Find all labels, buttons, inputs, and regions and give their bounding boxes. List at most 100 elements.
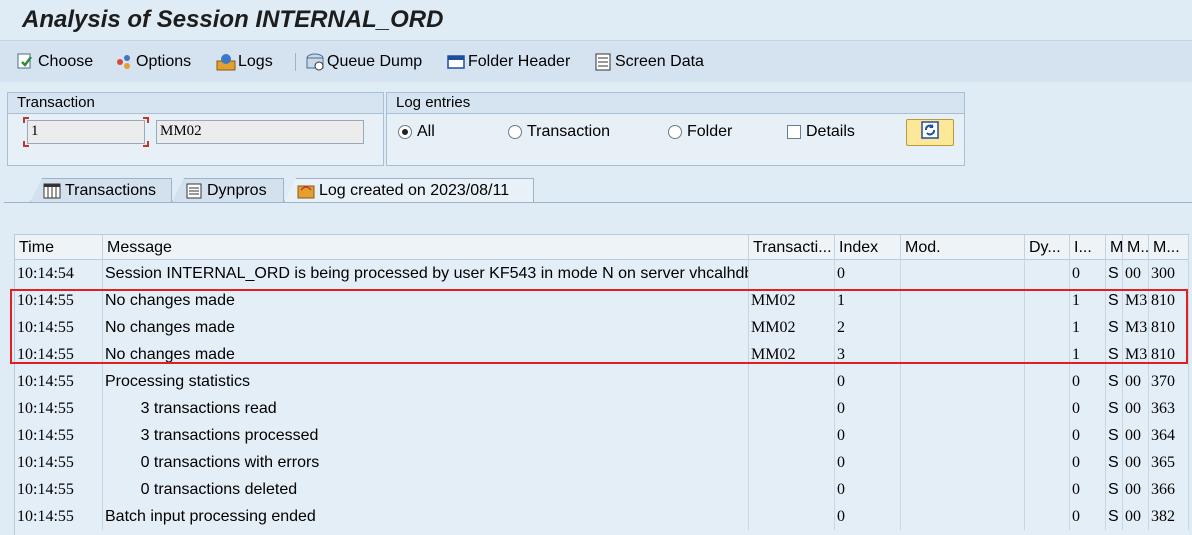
cell-i: 0 <box>1070 260 1106 287</box>
cell-msg-type: S <box>1106 368 1123 395</box>
column-header-i[interactable]: I... <box>1070 235 1106 260</box>
screen-data-label: Screen Data <box>615 53 704 70</box>
cell-msg-class: 00 <box>1123 395 1149 422</box>
choose-button[interactable]: Choose <box>16 51 93 73</box>
screen-data-button[interactable]: Screen Data <box>593 51 704 73</box>
table-row[interactable]: 10:14:55 Batch input processing ended 0 0 S 0… <box>15 503 1189 530</box>
window-title: Analysis of Session INTERNAL_ORD <box>0 0 1192 40</box>
column-header-msg-class[interactable]: M.. <box>1123 235 1149 260</box>
cell-time: 10:14:55 <box>15 422 103 449</box>
cell-i: 0 <box>1070 449 1106 476</box>
logs-icon <box>216 52 236 72</box>
queue-dump-label: Queue Dump <box>327 53 423 70</box>
required-bracket <box>143 141 149 147</box>
folder-header-button[interactable]: Folder Header <box>446 51 570 73</box>
radio-transaction-circle[interactable] <box>508 125 522 139</box>
options-button[interactable]: Options <box>114 51 191 73</box>
table-row[interactable]: 10:14:55 3 transactions read 0 0 S 00 363 <box>15 395 1189 422</box>
dynpro-icon <box>185 183 203 199</box>
log-table: Time Message Transacti... Index Mod. Dy.… <box>14 234 1189 535</box>
column-header-msg-type[interactable]: M <box>1106 235 1123 260</box>
cell-transaction: MM02 <box>749 341 835 368</box>
cell-msg-class: 00 <box>1123 422 1149 449</box>
column-header-msg-number[interactable]: M... <box>1149 235 1189 260</box>
cell-mod <box>901 476 1025 503</box>
cell-dynpro <box>1025 314 1070 341</box>
choose-label: Choose <box>38 53 94 70</box>
tab-dynpros[interactable]: Dynpros <box>172 178 284 202</box>
cell-i: 0 <box>1070 422 1106 449</box>
cell-msg-number: 365 <box>1149 449 1189 476</box>
table-row[interactable]: 10:14:55 No changes made MM02 3 1 S M3 810 <box>15 341 1189 368</box>
details-checkbox-box[interactable] <box>787 125 801 139</box>
refresh-button[interactable] <box>906 119 954 146</box>
cell-transaction <box>749 260 835 287</box>
table-row[interactable]: 10:14:54 Session INTERNAL_ORD is being pr… <box>15 260 1189 287</box>
cell-i: 1 <box>1070 287 1106 314</box>
column-header-dynpro[interactable]: Dy... <box>1025 235 1070 260</box>
column-header-index[interactable]: Index <box>835 235 901 260</box>
radio-all-circle[interactable] <box>398 125 412 139</box>
choose-icon <box>16 52 36 72</box>
cell-mod <box>901 287 1025 314</box>
tab-dynpros-label: Dynpros <box>207 181 267 199</box>
cell-index: 0 <box>835 476 901 503</box>
table-row[interactable]: 10:14:55 Processing statistics 0 0 S 00 370 <box>15 368 1189 395</box>
cell-message: No changes made <box>103 341 749 368</box>
cell-message: No changes made <box>103 287 749 314</box>
table-row[interactable]: 10:14:55 No changes made MM02 2 1 S M3 810 <box>15 314 1189 341</box>
cell-mod <box>901 341 1025 368</box>
cell-i: 0 <box>1070 395 1106 422</box>
column-header-time[interactable]: Time <box>15 235 103 260</box>
cell-transaction <box>749 422 835 449</box>
cell-message: Processing statistics <box>103 368 749 395</box>
table-row[interactable]: 10:14:55 3 transactions processed 0 0 S 00 36… <box>15 422 1189 449</box>
table-row[interactable]: 10:14:55 0 transactions deleted 0 0 S 00 366 <box>15 476 1189 503</box>
cell-index: 3 <box>835 341 901 368</box>
cell-msg-number: 363 <box>1149 395 1189 422</box>
details-checkbox[interactable]: Details <box>787 123 855 141</box>
cell-transaction <box>749 395 835 422</box>
cell-transaction <box>749 503 835 530</box>
column-header-message[interactable]: Message <box>103 235 749 260</box>
cell-index: 1 <box>835 287 901 314</box>
logs-button[interactable]: Logs <box>216 51 273 73</box>
radio-all[interactable]: All <box>398 123 435 141</box>
radio-transaction[interactable]: Transaction <box>508 123 610 141</box>
column-header-mod[interactable]: Mod. <box>901 235 1025 260</box>
cell-dynpro <box>1025 260 1070 287</box>
cell-index: 0 <box>835 503 901 530</box>
logs-label: Logs <box>238 53 273 70</box>
tab-log[interactable]: Log created on 2023/08/11 <box>284 178 534 202</box>
cell-msg-number: 382 <box>1149 503 1189 530</box>
table-row[interactable]: 10:14:55 0 transactions with errors 0 0 S 00… <box>15 449 1189 476</box>
cell-msg-class: M3 <box>1123 287 1149 314</box>
cell-i: 1 <box>1070 314 1106 341</box>
cell-time: 10:14:55 <box>15 503 103 530</box>
cell-dynpro <box>1025 341 1070 368</box>
transaction-code-field[interactable]: MM02 <box>156 120 364 144</box>
radio-folder-circle[interactable] <box>668 125 682 139</box>
radio-folder[interactable]: Folder <box>668 123 732 141</box>
cell-msg-class: 00 <box>1123 368 1149 395</box>
transaction-number-field[interactable]: 1 <box>27 120 145 144</box>
tab-transactions[interactable]: Transactions <box>30 178 172 202</box>
cell-msg-type: S <box>1106 287 1123 314</box>
cell-dynpro <box>1025 368 1070 395</box>
cell-msg-class: 00 <box>1123 476 1149 503</box>
queue-dump-button[interactable]: Queue Dump <box>305 51 422 73</box>
table-icon <box>43 183 61 199</box>
radio-folder-label: Folder <box>687 123 733 140</box>
cell-time: 10:14:55 <box>15 314 103 341</box>
cell-i: 0 <box>1070 503 1106 530</box>
column-header-transaction[interactable]: Transacti... <box>749 235 835 260</box>
cell-time: 10:14:55 <box>15 476 103 503</box>
tab-log-label: Log created on 2023/08/11 <box>319 181 510 199</box>
cell-mod <box>901 368 1025 395</box>
cell-msg-class: 00 <box>1123 503 1149 530</box>
details-checkbox-label: Details <box>806 123 855 140</box>
cell-index: 0 <box>835 368 901 395</box>
cell-msg-number: 366 <box>1149 476 1189 503</box>
table-row[interactable]: 10:14:55 No changes made MM02 1 1 S M3 810 <box>15 287 1189 314</box>
toolbar: Choose Options Logs Queue Dump Folder He… <box>0 40 1192 82</box>
